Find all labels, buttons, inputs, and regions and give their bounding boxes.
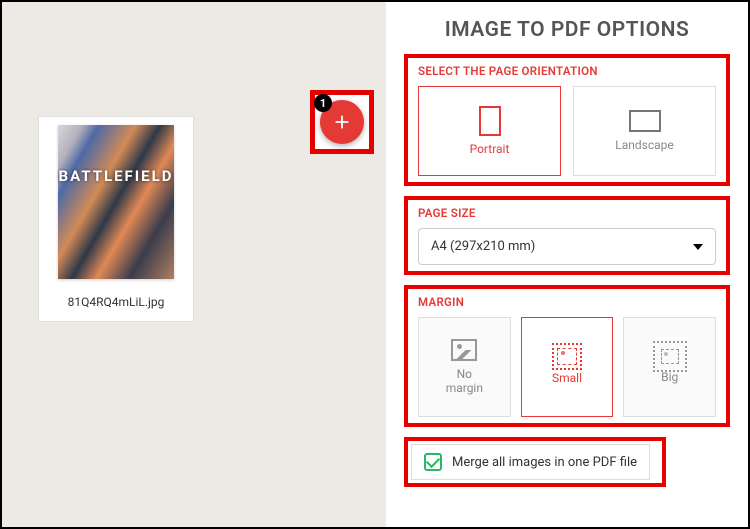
merge-checkbox-row[interactable]: Merge all images in one PDF file bbox=[411, 444, 650, 480]
margin-big-label: Big bbox=[661, 370, 678, 384]
image-filename: 81Q4RQ4mLiL.jpg bbox=[68, 295, 165, 309]
orientation-option-portrait[interactable]: Portrait bbox=[418, 86, 561, 176]
margin-option-big[interactable]: Big bbox=[623, 317, 716, 417]
margin-none-label: No margin bbox=[446, 367, 483, 396]
orientation-landscape-label: Landscape bbox=[615, 138, 674, 152]
image-thumbnail: BATTLEFIELD bbox=[58, 125, 174, 279]
highlight-page-size: PAGE SIZE A4 (297x210 mm) bbox=[404, 196, 730, 275]
margin-option-small[interactable]: Small bbox=[521, 317, 614, 417]
plus-icon bbox=[331, 111, 353, 133]
orientation-portrait-label: Portrait bbox=[470, 142, 510, 156]
image-thumbnail-card[interactable]: BATTLEFIELD 81Q4RQ4mLiL.jpg bbox=[38, 116, 194, 322]
image-big-margin-icon bbox=[661, 349, 679, 364]
margin-option-none[interactable]: No margin bbox=[418, 317, 511, 417]
merge-label: Merge all images in one PDF file bbox=[452, 455, 637, 470]
highlight-merge: Merge all images in one PDF file bbox=[404, 437, 666, 487]
margin-small-label: Small bbox=[552, 371, 582, 385]
left-pane: BATTLEFIELD 81Q4RQ4mLiL.jpg 1 bbox=[2, 2, 386, 527]
image-icon bbox=[451, 339, 477, 361]
checkmark-icon bbox=[424, 453, 442, 471]
image-count-badge: 1 bbox=[314, 94, 332, 112]
page-size-value: A4 (297x210 mm) bbox=[431, 239, 535, 254]
add-image-button[interactable]: 1 bbox=[320, 100, 364, 144]
image-small-margin-icon bbox=[557, 348, 577, 365]
image-thumbnail-overlay-text: BATTLEFIELD bbox=[58, 167, 174, 185]
margin-label: MARGIN bbox=[418, 295, 716, 309]
orientation-label: SELECT THE PAGE ORIENTATION bbox=[418, 64, 716, 78]
highlight-add-button: 1 bbox=[310, 90, 374, 154]
portrait-icon bbox=[479, 106, 501, 136]
options-panel: IMAGE TO PDF OPTIONS SELECT THE PAGE ORI… bbox=[386, 2, 748, 527]
panel-title: IMAGE TO PDF OPTIONS bbox=[404, 2, 730, 54]
highlight-margin: MARGIN No margin Small Big bbox=[404, 285, 730, 427]
landscape-icon bbox=[629, 110, 661, 132]
orientation-option-landscape[interactable]: Landscape bbox=[573, 86, 716, 176]
highlight-orientation: SELECT THE PAGE ORIENTATION Portrait Lan… bbox=[404, 54, 730, 186]
page-size-label: PAGE SIZE bbox=[418, 206, 716, 220]
page-size-select[interactable]: A4 (297x210 mm) bbox=[418, 228, 716, 265]
chevron-down-icon bbox=[693, 244, 703, 250]
